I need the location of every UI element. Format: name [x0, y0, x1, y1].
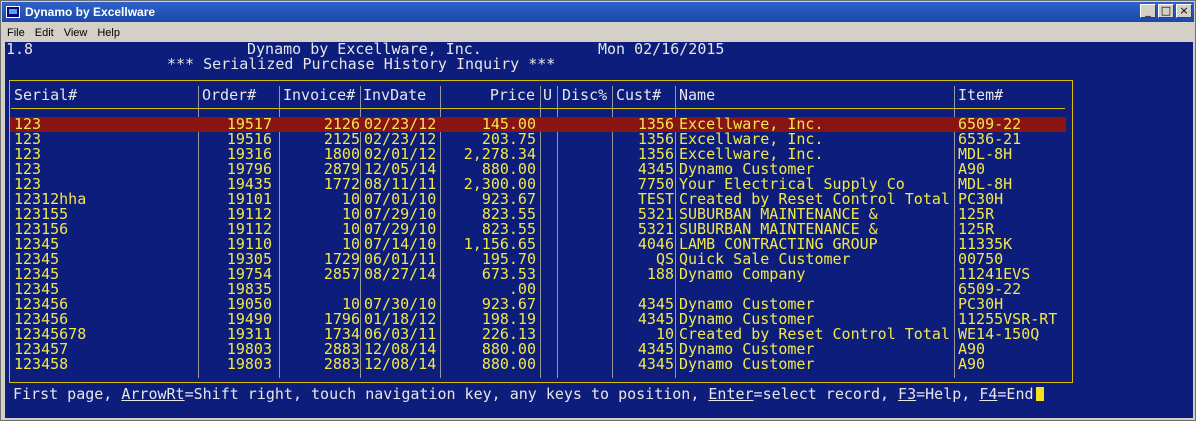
cell-order: 19803 [226, 355, 272, 373]
key-enter[interactable]: Enter [708, 385, 753, 403]
cell-serial: 123 [14, 160, 42, 178]
terminal-screen[interactable]: 1.8 Dynamo by Excellware, Inc. Mon 02/16… [5, 42, 1193, 418]
cell-serial: 123458 [14, 355, 69, 373]
screen-heading: *** Serialized Purchase History Inquiry … [167, 55, 556, 73]
col-header-disc: Disc% [562, 86, 608, 104]
maximize-icon[interactable]: □ [1158, 4, 1174, 18]
help-text: =select record, [753, 385, 899, 403]
cell-cust: 188 [646, 265, 674, 283]
title-bar[interactable]: Dynamo by Excellware _ □ × [2, 2, 1194, 22]
col-header-u: U [543, 86, 553, 104]
table-row[interactable]: 12345 19110 10 07/14/10 1,156.65 4046 LAMB CON… [10, 237, 1066, 252]
table-row[interactable]: 12345 19754 2857 08/27/14 673.53 188 Dynamo Co… [10, 267, 1066, 282]
col-header-name: Name [679, 86, 716, 104]
menu-view[interactable]: View [59, 27, 93, 39]
table-row[interactable]: 123456 19050 10 07/30/10 923.67 4345 Dynamo Cu… [10, 297, 1066, 312]
minimize-icon[interactable]: _ [1140, 4, 1156, 18]
col-header-cust: Cust# [616, 86, 662, 104]
key-arrowrt[interactable]: ArrowRt [121, 385, 184, 403]
col-header-order: Order# [202, 86, 257, 104]
app-window: Dynamo by Excellware _ □ × File Edit Vie… [0, 0, 1196, 421]
table-row[interactable]: 123156 19112 10 07/29/10 823.55 5321 SUBURBAN … [10, 222, 1066, 237]
cell-invdate: 12/08/14 [364, 355, 437, 373]
header-divider [11, 108, 1065, 109]
menu-edit[interactable]: Edit [30, 27, 59, 39]
help-text: First page, [13, 385, 122, 403]
cell-serial: 123 [14, 130, 42, 148]
table-row[interactable]: 12345 19835.00 6509-22 [10, 282, 1066, 297]
col-header-invdate: InvDate [363, 86, 427, 104]
col-header-item: Item# [958, 86, 1004, 104]
table-row[interactable]: 123457 19803 2883 12/08/14 880.00 4345 Dynamo … [10, 342, 1066, 357]
table-row[interactable]: 123155 19112 10 07/29/10 823.55 5321 SUBURBAN … [10, 207, 1066, 222]
cell-name: Dynamo Company [679, 265, 806, 283]
terminal-app-icon [6, 6, 20, 18]
table-row[interactable]: 12345 19305 1729 06/01/11 195.70 QS Quick Sale… [10, 252, 1066, 267]
col-header-price: Price [489, 86, 535, 104]
close-icon[interactable]: × [1176, 4, 1192, 18]
cell-serial: 123 [14, 115, 42, 133]
text-cursor [1035, 387, 1044, 401]
col-header-serial: Serial# [14, 86, 78, 104]
cell-invoice: 2883 [323, 355, 360, 373]
cell-serial: 123 [14, 145, 42, 163]
help-text: =Shift right, touch navigation key, any … [184, 385, 709, 403]
window-title: Dynamo by Excellware [25, 5, 156, 19]
cell-invoice: 2857 [323, 265, 360, 283]
cell-item: A90 [958, 355, 986, 373]
table-row[interactable]: 123 19516 2125 02/23/12 203.75 1356 Excellware… [10, 132, 1066, 147]
table-row[interactable]: 123 19316 1800 02/01/12 2,278.34 1356 Excellwa… [10, 147, 1066, 162]
table-row[interactable]: 12312hha 19101 10 07/01/10 923.67 TEST Created… [10, 192, 1066, 207]
current-date: Mon 02/16/2015 [598, 40, 725, 58]
key-f4[interactable]: F4 [979, 385, 997, 403]
col-header-invoice: Invoice# [283, 86, 356, 104]
version-label: 1.8 [6, 40, 34, 58]
help-text: =End [997, 385, 1034, 403]
help-text: =Help, [916, 385, 980, 403]
menu-help[interactable]: Help [92, 27, 125, 39]
table-row[interactable]: 123458 19803 2883 12/08/14 880.00 4345 Dynamo … [10, 357, 1066, 372]
cell-price: 880.00 [481, 355, 536, 373]
help-line: First page, ArrowRt=Shift right, touch n… [13, 386, 1044, 402]
menu-file[interactable]: File [2, 27, 30, 39]
cell-cust: 4345 [637, 355, 674, 373]
table-row[interactable]: 123 19517 2126 02/23/12 145.00 1356 Excellware… [10, 117, 1066, 132]
window-controls: _ □ × [1140, 4, 1192, 18]
cell-invdate: 08/27/14 [364, 265, 437, 283]
key-f3[interactable]: F3 [898, 385, 916, 403]
table-row[interactable]: 12345678 19311 1734 06/03/11 226.13 10 Created… [10, 327, 1066, 342]
cell-name: Dynamo Customer [679, 355, 815, 373]
table-row[interactable]: 123 19796 2879 12/05/14 880.00 4345 Dynamo Cus… [10, 162, 1066, 177]
